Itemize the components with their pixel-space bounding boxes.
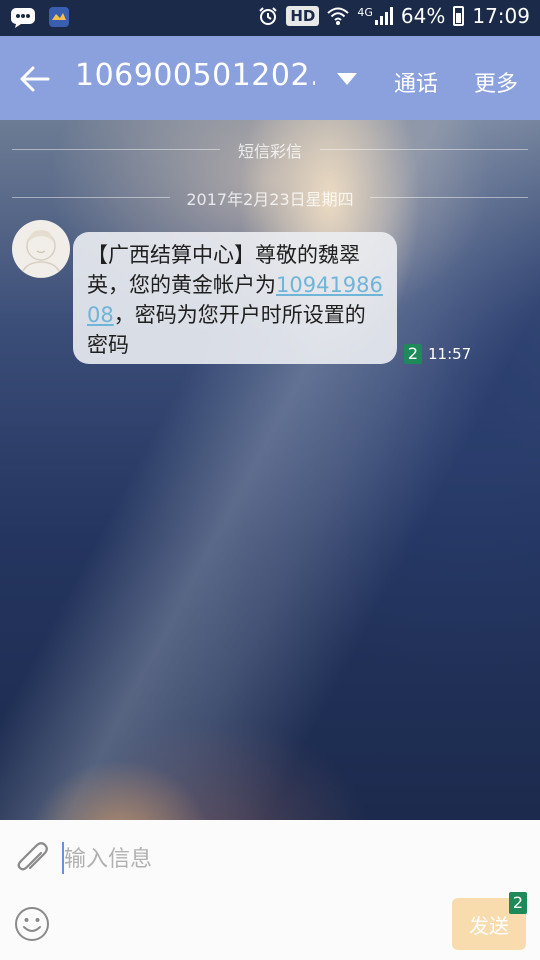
message-notification-icon xyxy=(11,8,35,28)
send-sim-badge: 2 xyxy=(509,892,527,914)
contact-avatar[interactable] xyxy=(12,220,70,278)
date-divider-left xyxy=(12,197,170,198)
status-bar: HD 4G 64% 17:09 xyxy=(0,0,540,36)
app-notification-icon xyxy=(49,7,69,27)
conversation-area[interactable]: 短信彩信 2017年2月23日星期四 【广西结算中心】尊敬的魏翠英，您的黄金帐户… xyxy=(0,120,540,820)
chevron-down-icon[interactable] xyxy=(336,72,358,86)
battery-percent: 64% xyxy=(400,4,446,28)
section-divider-left xyxy=(12,149,220,150)
default-avatar-icon xyxy=(19,230,63,278)
status-left xyxy=(10,6,70,28)
call-button[interactable]: 通话 xyxy=(394,66,438,98)
alarm-icon xyxy=(259,7,278,25)
status-right: HD 4G 64% 17:09 xyxy=(258,4,530,28)
section-divider-right xyxy=(320,149,528,150)
sim-badge: 2 xyxy=(404,344,422,364)
message-meta: 2 11:57 xyxy=(404,344,471,364)
back-arrow-icon[interactable] xyxy=(18,62,52,96)
emoji-icon[interactable] xyxy=(14,906,50,942)
date-label: 2017年2月23日星期四 xyxy=(186,190,354,209)
section-label: 短信彩信 xyxy=(237,142,302,161)
date-divider-right xyxy=(370,197,528,198)
message-time: 11:57 xyxy=(428,345,472,363)
clock: 17:09 xyxy=(472,4,530,28)
app-bar: 106900501202... 通话 更多 xyxy=(0,36,540,120)
battery-icon xyxy=(453,6,465,26)
message-input[interactable] xyxy=(64,840,424,878)
compose-bar: 发送 2 xyxy=(0,820,540,960)
message-text-end: ，密码为您开户时所设置的密码 xyxy=(87,303,366,357)
hd-badge: HD xyxy=(286,6,320,26)
network-type: 4G xyxy=(357,5,373,19)
message-bubble[interactable]: 【广西结算中心】尊敬的魏翠英，您的黄金帐户为1094198608，密码为您开户时… xyxy=(73,232,397,364)
wifi-icon xyxy=(327,7,350,25)
signal-icon xyxy=(374,7,393,25)
more-button[interactable]: 更多 xyxy=(474,66,518,98)
paperclip-icon[interactable] xyxy=(14,840,52,880)
contact-title[interactable]: 106900501202... xyxy=(75,58,315,93)
